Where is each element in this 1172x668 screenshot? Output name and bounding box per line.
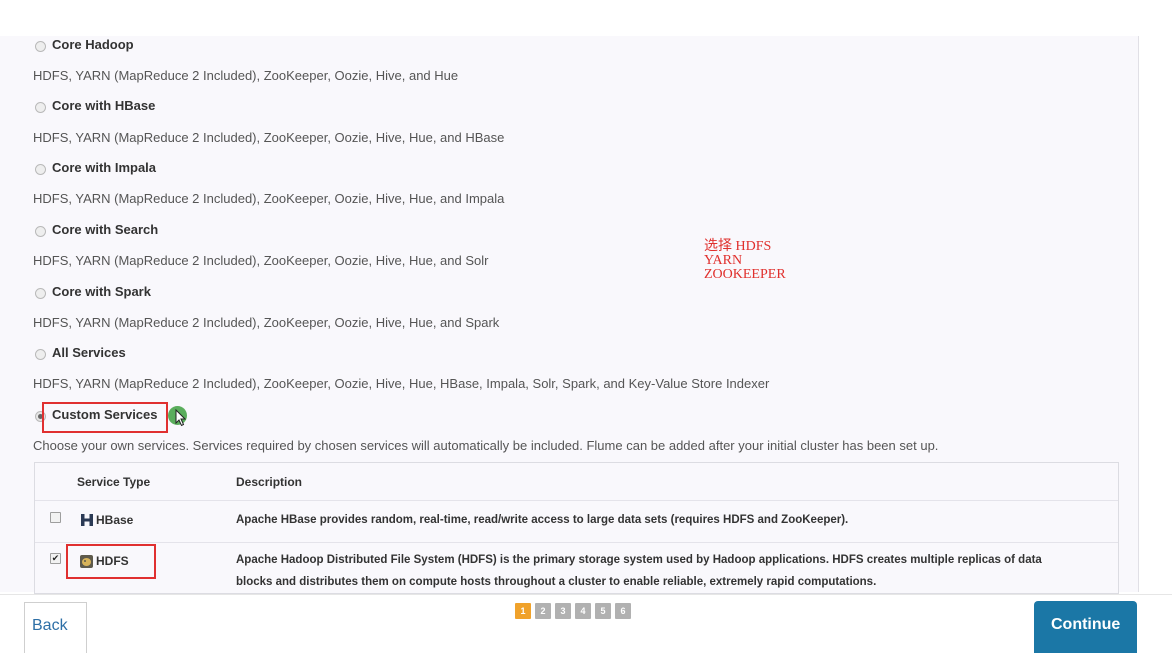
option-desc-core-with-hbase: HDFS, YARN (MapReduce 2 Included), ZooKe… [33,130,505,145]
back-button[interactable]: Back [24,602,87,653]
step-2[interactable]: 2 [535,603,551,619]
step-3[interactable]: 3 [555,603,571,619]
footer-divider [0,594,1172,595]
option-desc-core-with-spark: HDFS, YARN (MapReduce 2 Included), ZooKe… [33,315,500,330]
radio-core-with-impala[interactable] [35,164,46,175]
radio-all-services[interactable] [35,349,46,360]
service-desc-hbase: Apache HBase provides random, real-time,… [236,514,849,526]
option-title-core-with-search: Core with Search [52,222,159,237]
mouse-cursor-icon [175,409,187,427]
option-desc-core-hadoop: HDFS, YARN (MapReduce 2 Included), ZooKe… [33,68,459,83]
option-desc-all-services: HDFS, YARN (MapReduce 2 Included), ZooKe… [33,376,770,391]
radio-core-with-search[interactable] [35,226,46,237]
checkbox-hdfs[interactable]: ✔ [50,553,61,564]
option-title-core-with-spark: Core with Spark [52,284,151,299]
continue-button-label: Continue [1051,616,1121,633]
radio-core-with-hbase[interactable] [35,102,46,113]
annotation-note: 选择 HDFS YARN ZOOKEEPER [704,240,786,282]
option-title-core-with-impala: Core with Impala [52,160,157,175]
table-row-hbase: HBase Apache HBase provides random, real… [35,500,1118,543]
radio-core-with-spark[interactable] [35,288,46,299]
annotation-line-1: 选择 HDFS [704,239,772,254]
annotation-line-2: YARN [704,253,743,268]
table-row-hdfs: ✔ HDFS Apache Hadoop Distributed File Sy… [35,542,1118,594]
column-header-description: Description [236,475,303,489]
step-6[interactable]: 6 [615,603,631,619]
option-title-core-hadoop: Core Hadoop [52,37,134,52]
option-title-core-with-hbase: Core with HBase [52,98,156,113]
highlight-box-hdfs [66,544,156,579]
option-title-all-services: All Services [52,345,126,360]
services-table: Service Type Description HBase Apache HB… [34,462,1119,594]
step-5[interactable]: 5 [595,603,611,619]
annotation-line-3: ZOOKEEPER [704,267,786,282]
option-title-custom-services: Custom Services [52,407,158,422]
hbase-logo-icon [81,514,93,526]
back-button-label: Back [32,617,68,634]
service-name-hbase: HBase [96,513,134,527]
checkbox-hbase[interactable] [50,512,61,523]
option-desc-custom-services: Choose your own services. Services requi… [33,438,939,453]
continue-button[interactable]: Continue [1034,601,1137,653]
column-header-service-type: Service Type [77,475,151,489]
step-4[interactable]: 4 [575,603,591,619]
option-desc-core-with-search: HDFS, YARN (MapReduce 2 Included), ZooKe… [33,253,489,268]
step-1[interactable]: 1 [515,603,531,619]
radio-core-hadoop[interactable] [35,41,46,52]
service-desc-hdfs-line-1: Apache Hadoop Distributed File System (H… [236,554,1042,566]
option-desc-core-with-impala: HDFS, YARN (MapReduce 2 Included), ZooKe… [33,191,505,206]
service-desc-hdfs-line-2: blocks and distributes them on compute h… [236,576,877,588]
